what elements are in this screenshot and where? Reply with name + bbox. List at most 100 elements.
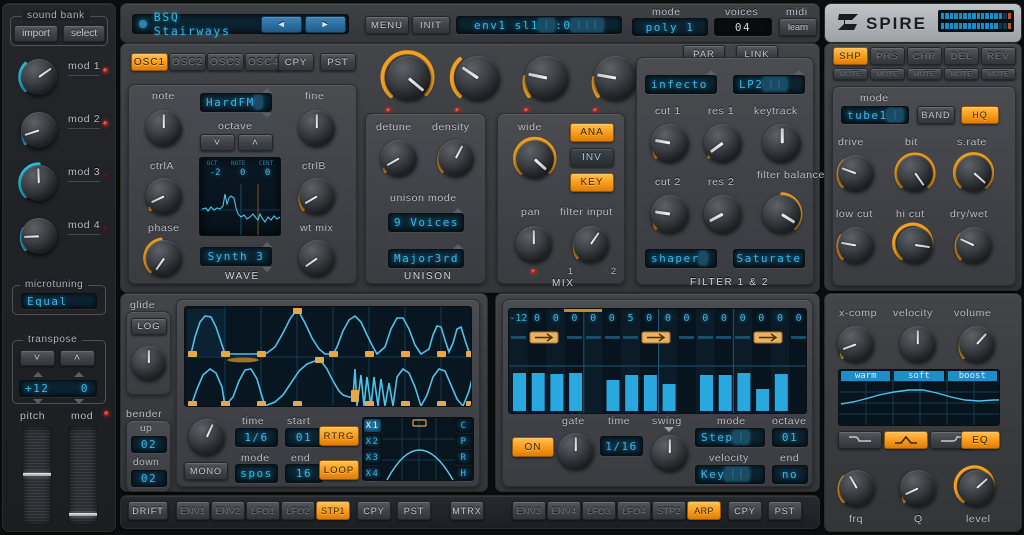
matrix-button[interactable]: MTRX bbox=[450, 501, 484, 520]
tab-env4[interactable]: ENV4 bbox=[547, 501, 581, 520]
unison-voices-up-arrow[interactable] bbox=[453, 208, 463, 213]
note-knob[interactable] bbox=[140, 104, 188, 152]
fx-mute-shp[interactable]: MUTE bbox=[833, 68, 868, 80]
preset-display[interactable]: BSQ Stairways ◄ ► bbox=[132, 10, 349, 38]
key-button[interactable]: KEY bbox=[570, 173, 614, 192]
eq-enable-button[interactable]: EQ bbox=[961, 431, 1000, 449]
curve-type-p[interactable]: P bbox=[455, 434, 473, 449]
osc3-level-knob[interactable] bbox=[517, 48, 577, 108]
curve-tab-x3[interactable]: X3 bbox=[363, 450, 382, 465]
mod-wheel[interactable] bbox=[68, 426, 98, 525]
fx-band-button[interactable]: BAND bbox=[917, 106, 955, 124]
unison-chord-display[interactable]: Major3rd bbox=[388, 249, 464, 268]
eq-display[interactable]: warm soft boost bbox=[838, 369, 1000, 426]
arp-step-10-pitch[interactable]: 0 bbox=[677, 313, 696, 329]
arp-step-11-pitch[interactable]: 0 bbox=[696, 313, 715, 329]
density-knob[interactable] bbox=[432, 134, 480, 182]
left-copy-button[interactable]: CPY bbox=[357, 501, 391, 520]
transpose-up-button[interactable]: ˄ bbox=[60, 350, 95, 366]
arp-step-6-pitch[interactable]: 0 bbox=[602, 313, 621, 329]
eq-q-knob[interactable] bbox=[894, 464, 942, 512]
import-button[interactable]: import bbox=[14, 25, 58, 42]
filter-preset-display[interactable]: infecto bbox=[645, 75, 717, 94]
arp-velocity-display[interactable]: Key ███ bbox=[695, 465, 765, 484]
arp-step-2-pitch[interactable]: 0 bbox=[528, 313, 547, 329]
algo-up-arrow[interactable] bbox=[262, 88, 272, 93]
cent-down-arrow[interactable] bbox=[74, 399, 84, 404]
cut1-knob[interactable] bbox=[645, 118, 695, 168]
fx-bit-knob[interactable] bbox=[891, 149, 939, 197]
arp-octave-display[interactable]: 01 bbox=[772, 428, 808, 447]
fx-tab-phs[interactable]: PHS bbox=[870, 47, 905, 65]
menu-button[interactable]: MENU bbox=[365, 16, 409, 34]
fx-lowcut-knob[interactable] bbox=[832, 221, 880, 269]
phase-knob[interactable] bbox=[140, 234, 188, 282]
tab-env2[interactable]: ENV2 bbox=[211, 501, 245, 520]
preset-next-button[interactable]: ► bbox=[305, 15, 346, 33]
fx-hicut-knob[interactable] bbox=[891, 221, 939, 269]
wavetable-up-arrow[interactable] bbox=[262, 242, 272, 247]
filter-balance-knob[interactable] bbox=[757, 189, 807, 239]
preset-prev-button[interactable]: ◄ bbox=[261, 15, 303, 33]
voice-mode-display[interactable]: poly 1 bbox=[632, 18, 708, 36]
arp-step-14-pitch[interactable]: 0 bbox=[752, 313, 771, 329]
arp-mode-display[interactable]: Step ██ bbox=[695, 428, 765, 447]
right-copy-button[interactable]: CPY bbox=[728, 501, 762, 520]
tab-osc1[interactable]: OSC1 bbox=[131, 53, 168, 71]
stp-rate-knob[interactable] bbox=[184, 414, 230, 460]
mod-4-knob[interactable] bbox=[15, 212, 63, 260]
tab-lfo3[interactable]: LFO3 bbox=[582, 501, 616, 520]
stp-time-display[interactable]: 1/6 bbox=[235, 428, 278, 447]
tab-osc2[interactable]: OSC2 bbox=[169, 53, 206, 71]
semi-down-arrow[interactable] bbox=[33, 399, 43, 404]
arp-step-8-pitch[interactable]: 0 bbox=[640, 313, 659, 329]
transpose-down-button[interactable]: ˅ bbox=[20, 350, 55, 366]
arp-step-16-pitch[interactable]: 0 bbox=[789, 313, 806, 329]
volume-knob[interactable] bbox=[953, 320, 1001, 368]
cent-up-arrow[interactable] bbox=[74, 372, 84, 377]
transpose-display[interactable]: +12 0 bbox=[19, 380, 97, 397]
left-paste-button[interactable]: PST bbox=[397, 501, 431, 520]
eq-shape-low-button[interactable] bbox=[838, 431, 882, 449]
inv-button[interactable]: INV bbox=[570, 148, 614, 167]
eq-level-knob[interactable] bbox=[953, 464, 1001, 512]
filter-saturate-display[interactable]: Saturate bbox=[733, 249, 805, 268]
arp-end-display[interactable]: no bbox=[772, 465, 808, 484]
wtmix-knob[interactable] bbox=[293, 234, 341, 282]
stp-end-display[interactable]: 16 bbox=[285, 464, 323, 483]
arp-step-9-pitch[interactable]: 0 bbox=[659, 313, 678, 329]
semi-up-arrow[interactable] bbox=[33, 372, 43, 377]
select-button[interactable]: select bbox=[63, 25, 105, 42]
tab-lfo4[interactable]: LFO4 bbox=[617, 501, 651, 520]
fx-srate-knob[interactable] bbox=[950, 149, 998, 197]
stp-rtrg-button[interactable]: RTRG bbox=[319, 426, 359, 446]
filter-shaper-display[interactable]: shaper █ bbox=[645, 249, 717, 268]
unison-chord-up-arrow[interactable] bbox=[453, 244, 463, 249]
arp-step-5-pitch[interactable]: 0 bbox=[584, 313, 603, 329]
eq-shape-mid-button[interactable] bbox=[884, 431, 928, 449]
fx-mute-phs[interactable]: MUTE bbox=[870, 68, 905, 80]
arp-time-display[interactable]: 1/16 bbox=[600, 436, 643, 456]
keytrack-knob[interactable] bbox=[757, 118, 807, 168]
tab-stp2[interactable]: STP2 bbox=[652, 501, 686, 520]
filter-input-knob[interactable] bbox=[567, 220, 615, 268]
voices-display[interactable]: 04 bbox=[714, 18, 772, 36]
curve-type-c[interactable]: C bbox=[455, 418, 473, 433]
filter-preset-up-arrow[interactable] bbox=[706, 70, 716, 75]
ctrla-knob[interactable] bbox=[140, 172, 188, 220]
microtuning-value[interactable]: Equal bbox=[21, 293, 97, 309]
mod-2-knob[interactable] bbox=[15, 106, 63, 154]
tab-env3[interactable]: ENV3 bbox=[512, 501, 546, 520]
xcomp-knob[interactable] bbox=[832, 320, 880, 368]
pitch-wheel[interactable] bbox=[22, 426, 52, 525]
fx-tab-del[interactable]: DEL bbox=[944, 47, 979, 65]
detune-knob[interactable] bbox=[375, 134, 423, 182]
fx-hq-button[interactable]: HQ bbox=[961, 106, 999, 124]
res1-knob[interactable] bbox=[698, 118, 748, 168]
fx-mute-rev[interactable]: MUTE bbox=[981, 68, 1016, 80]
osc-copy-button[interactable]: CPY bbox=[278, 53, 314, 71]
arp-sequencer-grid[interactable]: -12 0 0 0 0 0 5 0 0 0 0 0 0 0 0 0 bbox=[508, 308, 807, 414]
stp-mode-display[interactable]: spos bbox=[235, 464, 278, 483]
arp-step-15-pitch[interactable]: 0 bbox=[771, 313, 790, 329]
res2-knob[interactable] bbox=[698, 189, 748, 239]
